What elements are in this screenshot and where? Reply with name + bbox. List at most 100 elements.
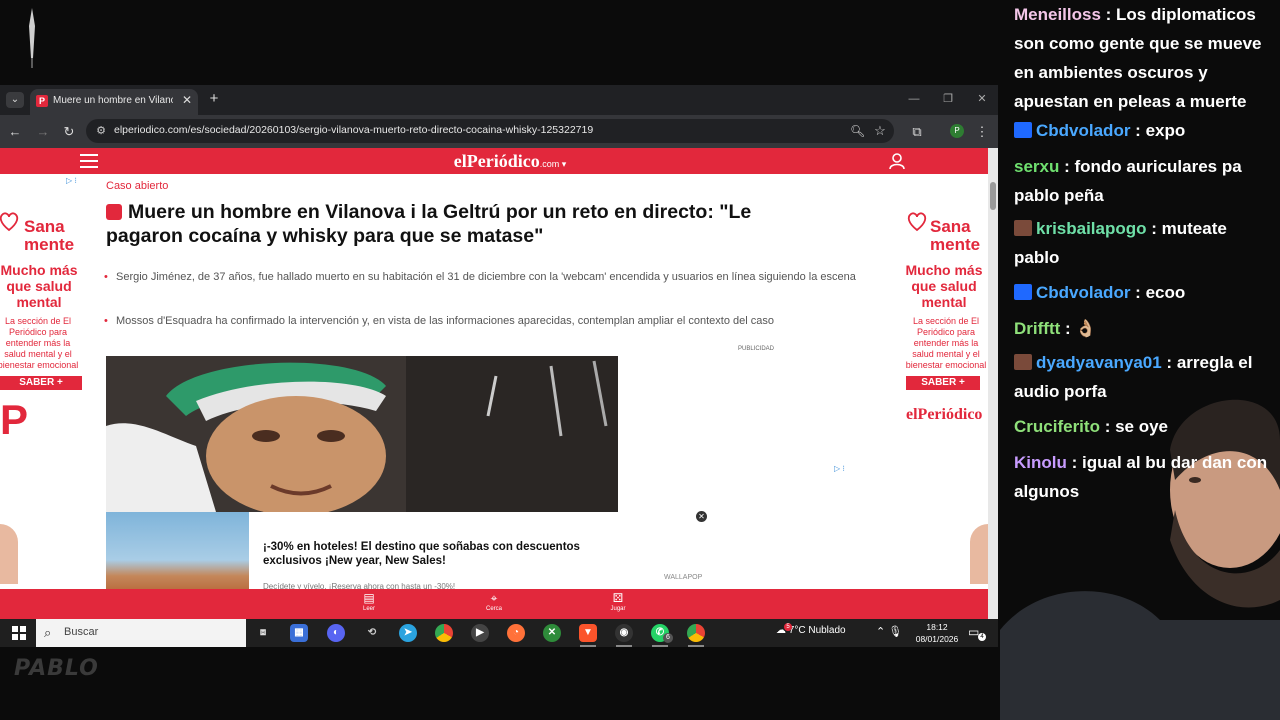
new-tab-button[interactable]: +	[206, 91, 222, 107]
ad-body: La sección de El Periódico para entender…	[905, 316, 987, 370]
store-icon[interactable]: ▦	[290, 624, 308, 642]
extensions-icon[interactable]: ⧉	[908, 123, 926, 141]
tab-search-button[interactable]: ⌄	[6, 92, 24, 108]
video-marker-icon	[106, 204, 122, 220]
ad-face-image	[0, 524, 18, 584]
telegram-icon[interactable]: ➤	[399, 624, 417, 642]
forward-button[interactable]: →	[34, 123, 52, 141]
nav-cerca[interactable]: ⌖ Cerca	[474, 591, 514, 617]
media-player-icon[interactable]: ▶	[471, 624, 489, 642]
microphone-icon[interactable]: 🎙︎	[888, 626, 902, 638]
chat-message: dyadyavanya01 : arregla el audio porfa	[1014, 353, 1253, 401]
heart-head-icon	[906, 210, 928, 232]
firefox-icon[interactable]: ◔	[507, 624, 525, 642]
minimize-button[interactable]: —	[904, 91, 924, 107]
nav-leer[interactable]: ▤ Leer	[349, 591, 389, 617]
close-window-button[interactable]: ✕	[972, 91, 992, 107]
ad-body: La sección de El Periódico para entender…	[0, 316, 79, 370]
chat-text: expo	[1145, 121, 1186, 140]
sub-badge-icon	[1014, 354, 1032, 370]
chat-username[interactable]: dyadyavanya01	[1036, 353, 1162, 372]
chat-username[interactable]: Kinolu	[1014, 453, 1067, 472]
ad-choices-icon[interactable]: ▷ ⁝	[834, 464, 854, 474]
hotel-ad-image	[106, 512, 249, 592]
back-button[interactable]: ←	[6, 123, 24, 141]
site-info-icon[interactable]: ⚙	[94, 124, 108, 138]
chat-text: 👌🏼	[1075, 319, 1097, 338]
obs-icon[interactable]: ◉	[615, 624, 633, 642]
page-scrollbar[interactable]	[988, 148, 998, 619]
prime-badge-icon	[1014, 122, 1032, 138]
clock-time: 18:12	[926, 622, 948, 632]
url-text[interactable]: elperiodico.com/es/sociedad/20260103/ser…	[114, 124, 754, 138]
clock-date: 08/01/2026	[915, 634, 959, 644]
user-account-icon[interactable]	[888, 152, 906, 170]
site-bottom-nav: ▤ Leer ⌖ Cerca ⚄ Jugar	[0, 589, 988, 619]
site-logo[interactable]: elPeriódico.com ▾	[430, 151, 590, 171]
hamburger-menu-icon[interactable]	[80, 154, 98, 168]
start-button[interactable]	[12, 626, 26, 640]
right-side-ad[interactable]: Sana mente Mucho más que salud mental La …	[898, 174, 988, 619]
stream-chat: Meneilloss : Los diplomaticos son como g…	[1004, 0, 1280, 520]
bookmark-star-icon[interactable]: ☆	[872, 122, 888, 140]
active-tab[interactable]: P Muere un hombre en Vilanova i la Geltr…	[30, 89, 198, 115]
restore-button[interactable]: ❐	[938, 91, 958, 107]
reload-button[interactable]: ↻	[60, 123, 78, 141]
chat-username[interactable]: Cruciferito	[1014, 417, 1100, 436]
browser-menu-icon[interactable]: ⋮	[974, 123, 990, 141]
chat-username[interactable]: serxu	[1014, 157, 1059, 176]
ad-brand-p-logo: P	[0, 396, 29, 443]
chat-username[interactable]: Drifftt	[1014, 319, 1060, 338]
ad-source-label: WALLAPOP	[664, 574, 703, 581]
article: Caso abierto Muere un hombre en Vilanova…	[90, 174, 896, 619]
chrome-profile-icon[interactable]	[687, 624, 705, 642]
page-viewport: elPeriódico.com ▾ ▷ ⁝ Sana mente Mucho má…	[0, 148, 988, 619]
task-view-icon[interactable]: ⧈	[254, 624, 272, 642]
close-ad-icon[interactable]: ✕	[696, 511, 707, 522]
site-favicon: P	[36, 95, 48, 107]
tab-title: Muere un hombre en Vilanova i la Geltrú	[53, 95, 173, 106]
ad-cta-button[interactable]: SABER +	[906, 376, 980, 390]
prime-badge-icon	[1014, 284, 1032, 300]
ad-cta-button[interactable]: SABER +	[0, 376, 82, 390]
dice-icon: ⚄	[612, 591, 624, 605]
sub-badge-icon	[1014, 220, 1032, 236]
system-tray[interactable]: ⌃ 🎙︎	[876, 625, 916, 641]
sync-app-icon[interactable]: ⟲	[363, 624, 381, 642]
xbox-icon[interactable]: ✕	[543, 624, 561, 642]
scrollbar-thumb[interactable]	[990, 182, 996, 210]
hotel-ad[interactable]: ¡-30% en hoteles! El destino que soñabas…	[106, 512, 618, 592]
tab-strip: ⌄ P Muere un hombre en Vilanova i la Gel…	[0, 85, 998, 115]
article-photo[interactable]	[106, 356, 618, 512]
weather-text: 7°C Nublado	[788, 625, 846, 636]
browser-window: ⌄ P Muere un hombre en Vilanova i la Gel…	[0, 85, 998, 619]
article-kicker[interactable]: Caso abierto	[106, 180, 306, 194]
chrome-icon[interactable]	[435, 624, 453, 642]
brave-icon[interactable]: ▼	[579, 624, 597, 642]
chat-message: Meneilloss : Los diplomaticos son como g…	[1014, 5, 1262, 111]
site-logo-text: elPeriódico	[453, 151, 540, 171]
clock[interactable]: 18:12 08/01/2026	[912, 621, 962, 645]
chevron-up-icon[interactable]: ⌃	[876, 626, 885, 638]
zoom-icon[interactable]: 🔍︎	[850, 123, 865, 139]
close-tab-icon[interactable]: ✕	[180, 93, 194, 107]
ad-face-image	[970, 524, 988, 584]
nav-jugar[interactable]: ⚄ Jugar	[598, 591, 638, 617]
chat-username[interactable]: krisbailapogo	[1036, 219, 1147, 238]
taskbar-search[interactable]: ⌕ Buscar	[36, 619, 246, 647]
chat-username[interactable]: Meneilloss	[1014, 5, 1101, 24]
chat-message: Cbdvolador : expo	[1014, 116, 1276, 145]
ad-choices-icon[interactable]: ▷ ⁝	[66, 176, 82, 186]
hotel-ad-text[interactable]: ¡-30% en hoteles! El destino que soñabas…	[263, 540, 603, 570]
profile-avatar[interactable]: P	[950, 124, 964, 138]
left-side-ad[interactable]: ▷ ⁝ Sana mente Mucho más que salud mental…	[0, 174, 90, 619]
document-icon: ▤	[363, 591, 375, 605]
location-icon: ⌖	[490, 591, 498, 605]
chat-username[interactable]: Cbdvolador	[1036, 121, 1130, 140]
ad-headline: Mucho más que salud mental	[905, 262, 983, 310]
chat-username[interactable]: Cbdvolador	[1036, 283, 1130, 302]
address-bar[interactable]: ⚙ elperiodico.com/es/sociedad/20260103/s…	[86, 119, 894, 143]
article-summary-item: Mossos d'Esquadra ha confirmado la inter…	[104, 312, 886, 330]
ad-label: PUBLICIDAD	[738, 346, 775, 352]
discord-icon[interactable]: ◐	[327, 624, 345, 642]
